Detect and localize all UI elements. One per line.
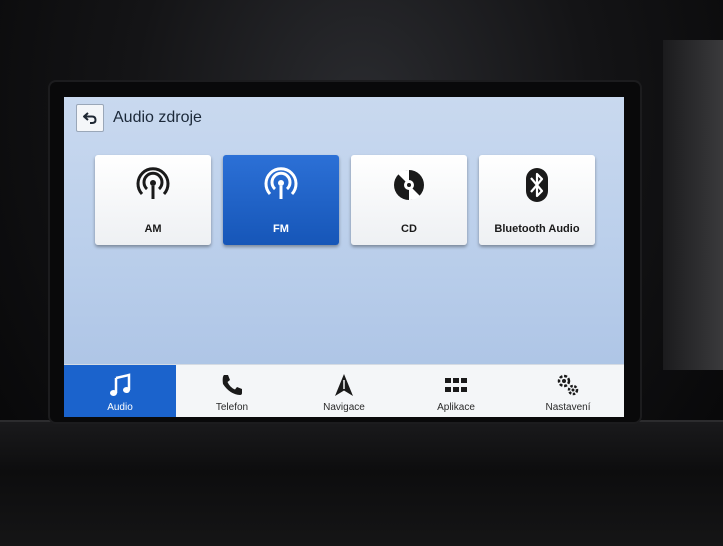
dashboard-lower <box>0 420 723 546</box>
infotainment-screen: Audio zdroje AM FM CD Bluetooth Audio Au… <box>64 97 624 417</box>
nav-item-nastaveni[interactable]: Nastavení <box>512 365 624 417</box>
nav-item-label: Aplikace <box>437 402 475 413</box>
source-fm-button[interactable]: FM <box>223 155 339 245</box>
back-arrow-icon <box>83 112 97 124</box>
bluetooth-icon <box>526 168 548 202</box>
header: Audio zdroje <box>64 97 624 139</box>
nav-item-label: Navigace <box>323 402 365 413</box>
nav-item-aplikace[interactable]: Aplikace <box>400 365 512 417</box>
nav-item-label: Nastavení <box>545 402 591 413</box>
page-title: Audio zdroje <box>113 109 202 126</box>
disc-icon <box>394 169 424 201</box>
apps-grid-icon <box>445 378 467 392</box>
bottom-navigation: Audio Telefon Navigace Aplikace Nastaven… <box>64 364 624 417</box>
nav-item-navigace[interactable]: Navigace <box>288 365 400 417</box>
source-cd-button[interactable]: CD <box>351 155 467 245</box>
radio-antenna-icon <box>136 167 170 199</box>
dashboard-trim <box>663 40 723 370</box>
gears-icon <box>557 374 579 396</box>
back-button[interactable] <box>76 104 104 132</box>
nav-item-telefon[interactable]: Telefon <box>176 365 288 417</box>
radio-antenna-icon <box>264 167 298 199</box>
source-label: AM <box>144 223 162 235</box>
source-label: FM <box>273 223 289 235</box>
source-label: CD <box>401 223 417 235</box>
nav-item-label: Telefon <box>215 402 249 413</box>
audio-source-list: AM FM CD Bluetooth Audio <box>95 155 595 245</box>
phone-icon <box>222 375 242 395</box>
nav-item-label: Audio <box>107 402 133 413</box>
nav-item-audio[interactable]: Audio <box>64 365 176 417</box>
music-note-icon <box>110 373 131 396</box>
source-label: Bluetooth Audio <box>494 223 580 235</box>
source-am-button[interactable]: AM <box>95 155 211 245</box>
navigation-arrow-icon <box>335 374 353 396</box>
source-bluetooth-button[interactable]: Bluetooth Audio <box>479 155 595 245</box>
